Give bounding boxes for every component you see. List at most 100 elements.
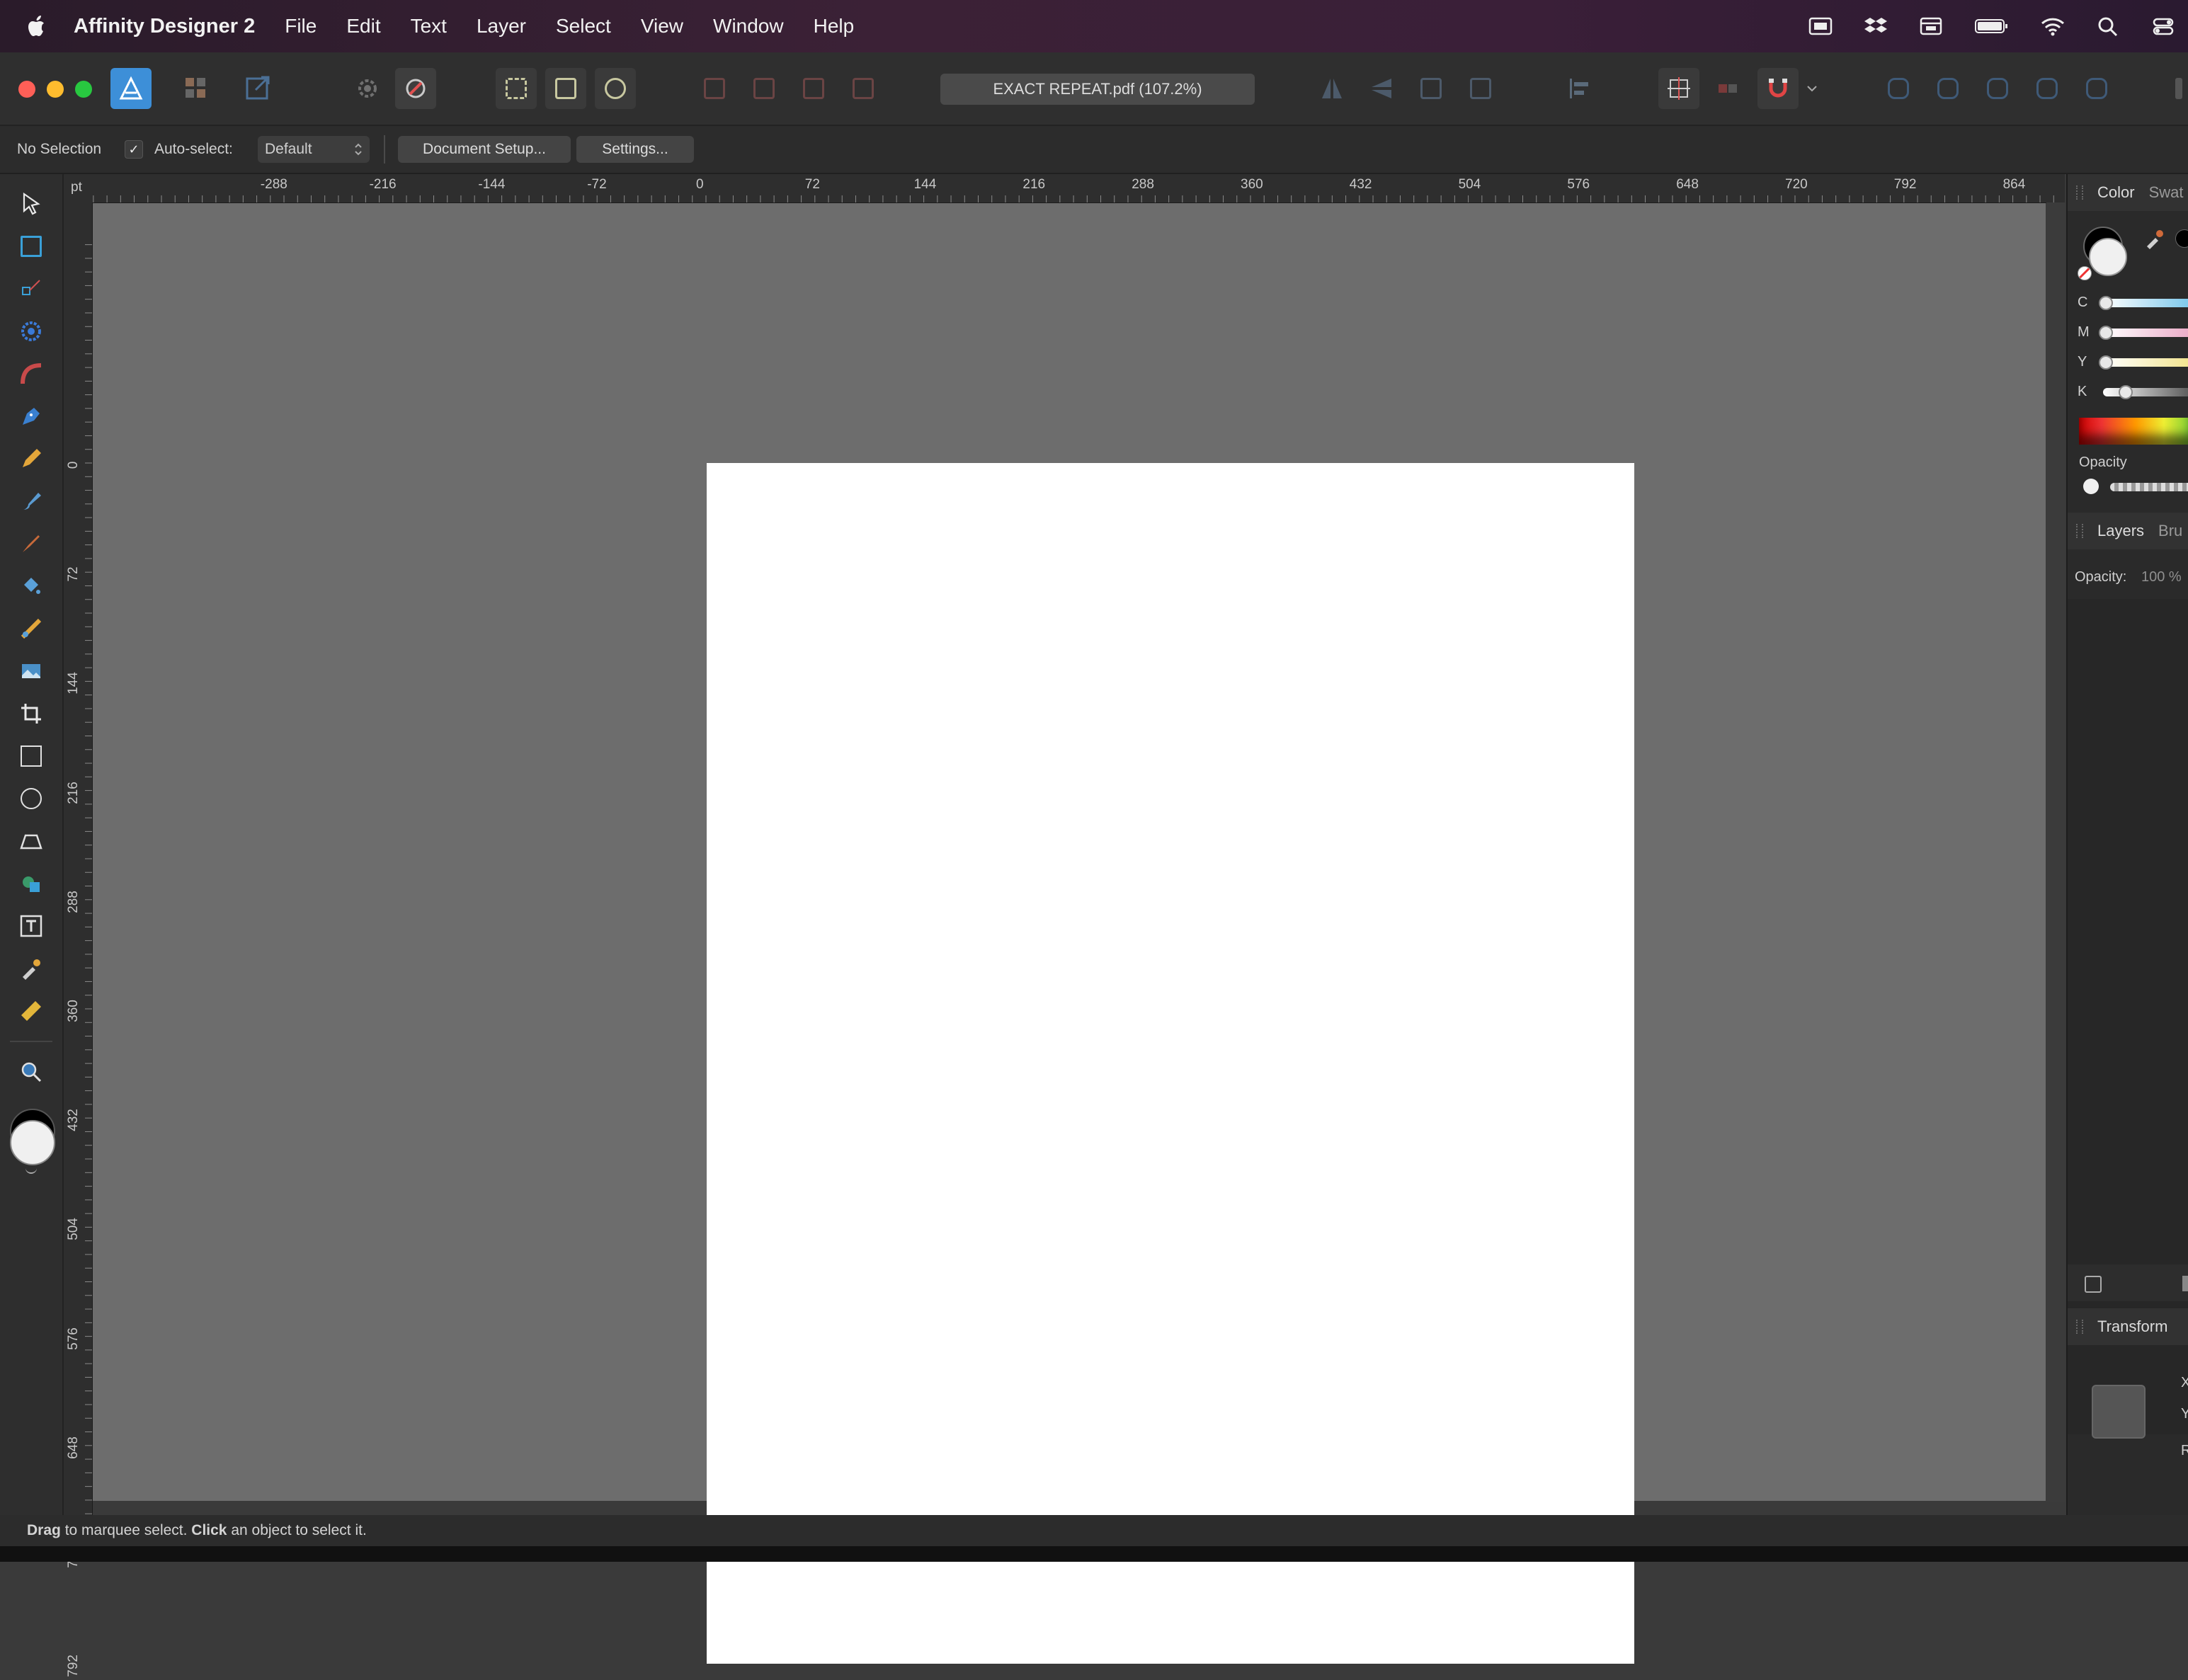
pixel-brush-tool[interactable] (16, 528, 47, 559)
boolean-xor-button[interactable] (2027, 68, 2068, 109)
arrange-back-button[interactable] (694, 68, 735, 109)
snap-grid-button[interactable] (1658, 68, 1699, 109)
duplicate-layer-icon[interactable] (2085, 1276, 2102, 1293)
black-swatch[interactable] (2175, 229, 2188, 248)
yellow-slider-knob[interactable] (2099, 355, 2113, 370)
menu-window[interactable]: Window (713, 15, 784, 38)
export-persona-button[interactable] (238, 68, 279, 109)
panel-grip-icon[interactable] (2076, 524, 2083, 538)
menu-edit[interactable]: Edit (346, 15, 380, 38)
place-image-tool[interactable] (16, 656, 47, 687)
move-tool[interactable] (16, 188, 47, 219)
arrange-backward-button[interactable] (743, 68, 785, 109)
align-button[interactable] (1559, 68, 1600, 109)
snapping-toggle-button[interactable] (395, 68, 436, 109)
insert-inside-button[interactable] (496, 68, 537, 109)
snap-pixel-button[interactable] (1708, 68, 1749, 109)
anchor-selector-icon[interactable] (2092, 1385, 2146, 1439)
point-transform-tool[interactable] (16, 358, 47, 389)
flip-horizontal-button[interactable] (1311, 68, 1352, 109)
boolean-subtract-button[interactable] (1927, 68, 1968, 109)
app-name-menu[interactable]: Affinity Designer 2 (74, 15, 255, 38)
horizontal-ruler[interactable]: pt -288 -216 -144 -72 0 72 144 216 288 360 432 504 5… (64, 174, 2134, 203)
tab-brushes[interactable]: Bru (2158, 522, 2182, 540)
pen-tool[interactable] (16, 401, 47, 432)
layers-footer-icon[interactable] (2182, 1276, 2188, 1291)
ellipse-tool[interactable] (16, 783, 47, 814)
menu-text[interactable]: Text (411, 15, 447, 38)
apple-icon[interactable] (27, 14, 48, 38)
zoom-window-button[interactable] (75, 81, 92, 98)
document-setup-button[interactable]: Document Setup... (398, 136, 571, 163)
crop-tool[interactable] (16, 698, 47, 729)
calendar-icon[interactable] (1919, 16, 1943, 37)
magenta-slider[interactable] (2103, 328, 2188, 337)
cyan-slider[interactable] (2103, 299, 2188, 307)
boolean-add-button[interactable] (1878, 68, 1919, 109)
insert-behind-button[interactable] (545, 68, 586, 109)
tab-transform[interactable]: Transform (2097, 1318, 2167, 1336)
designer-persona-button[interactable] (110, 68, 152, 109)
canvas-area[interactable] (93, 203, 2046, 1664)
measure-tool[interactable] (16, 995, 47, 1027)
menu-file[interactable]: File (285, 15, 317, 38)
panel-grip-icon[interactable] (2076, 185, 2083, 200)
minimize-window-button[interactable] (47, 81, 64, 98)
transparency-tool[interactable] (16, 613, 47, 644)
arrange-forward-button[interactable] (793, 68, 834, 109)
swap-colors-icon[interactable] (25, 1165, 37, 1174)
display-icon[interactable] (1808, 16, 1833, 37)
black-slider[interactable] (2103, 388, 2188, 396)
menu-help[interactable]: Help (814, 15, 855, 38)
magenta-slider-knob[interactable] (2099, 326, 2113, 340)
dropbox-icon[interactable] (1864, 16, 1888, 37)
opacity-slider[interactable] (2110, 483, 2188, 491)
rotate-right-button[interactable] (1460, 68, 1501, 109)
view-mode-button[interactable] (347, 68, 388, 109)
tab-layers[interactable]: Layers (2097, 522, 2144, 540)
artboard-tool[interactable] (16, 231, 47, 262)
document-title[interactable]: EXACT REPEAT.pdf (107.2%) (940, 74, 1255, 105)
snapping-options-dropdown[interactable] (1801, 68, 1823, 109)
vertical-ruler[interactable]: 072144216288360432504576648720792 (64, 202, 93, 1677)
black-slider-knob[interactable] (2119, 385, 2133, 399)
cyan-slider-knob[interactable] (2099, 296, 2113, 310)
corner-tool[interactable] (16, 316, 47, 347)
rotate-left-button[interactable] (1411, 68, 1452, 109)
text-tool[interactable] (16, 910, 47, 942)
wifi-icon[interactable] (2041, 16, 2065, 37)
tab-swatches[interactable]: Swat (2149, 183, 2184, 202)
color-picker-tool[interactable] (16, 953, 47, 984)
node-tool[interactable] (16, 273, 47, 304)
panel-grip-icon[interactable] (2076, 1320, 2083, 1334)
opacity-knob[interactable] (2083, 479, 2099, 494)
document-page[interactable] (707, 463, 1634, 1664)
auto-select-mode-select[interactable]: Default (258, 136, 370, 163)
boolean-intersect-button[interactable] (1977, 68, 2018, 109)
snapping-magnet-button[interactable] (1757, 68, 1799, 109)
no-color-icon[interactable] (2078, 266, 2092, 280)
tab-color[interactable]: Color (2097, 183, 2135, 202)
pencil-tool[interactable] (16, 443, 47, 474)
auto-select-checkbox[interactable]: ✓ (125, 140, 143, 159)
fill-color-circle[interactable] (2089, 238, 2127, 276)
pixel-persona-button[interactable] (176, 68, 217, 109)
rectangle-tool[interactable] (16, 741, 47, 772)
fill-color-well[interactable] (10, 1120, 55, 1165)
zoom-tool[interactable] (16, 1056, 47, 1087)
toolbar-overflow-button[interactable] (2170, 68, 2188, 109)
settings-button[interactable]: Settings... (576, 136, 694, 163)
trapezoid-tool[interactable] (16, 825, 47, 857)
battery-icon[interactable] (1974, 16, 2010, 37)
layer-opacity-value[interactable]: 100 % (2141, 569, 2182, 585)
vertical-scrollbar[interactable] (2046, 202, 2065, 1502)
flip-vertical-button[interactable] (1361, 68, 1402, 109)
menu-layer[interactable]: Layer (477, 15, 526, 38)
boolean-divide-button[interactable] (2076, 68, 2117, 109)
arrange-front-button[interactable] (843, 68, 884, 109)
menu-select[interactable]: Select (556, 15, 611, 38)
menu-view[interactable]: View (641, 15, 683, 38)
yellow-slider[interactable] (2103, 358, 2188, 367)
fill-tool[interactable] (16, 571, 47, 602)
vector-brush-tool[interactable] (16, 486, 47, 517)
